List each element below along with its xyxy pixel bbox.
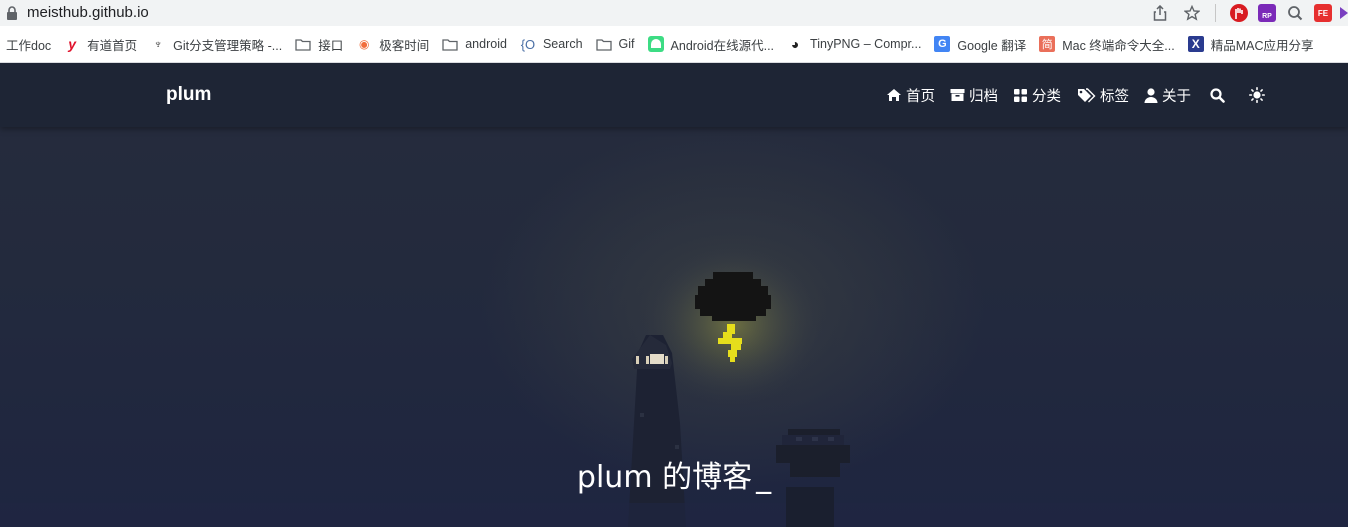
panda-icon: ◕ — [790, 36, 800, 52]
folder-icon — [595, 36, 612, 52]
browser-address-bar: meisthub.github.io RP FE — [0, 0, 1348, 26]
adblock-extension-icon[interactable] — [1230, 4, 1248, 22]
tags-icon — [1078, 87, 1096, 102]
nav-category[interactable]: 分类 — [1013, 85, 1061, 105]
nav-category-label: 分类 — [1032, 88, 1061, 105]
bookmark-label: android — [465, 37, 507, 51]
magnifier-extension-icon[interactable] — [1286, 4, 1304, 22]
bookmark-label: 工作doc — [6, 38, 52, 53]
folder-icon — [295, 36, 311, 52]
storm-cloud — [695, 272, 771, 321]
search-button[interactable] — [1210, 85, 1229, 105]
blog-page: plum 首页 归档 分类 标签 关于 plum 的博客 _ — [0, 63, 1348, 527]
rp-extension-badge: RP — [1262, 13, 1272, 20]
site-navbar: plum 首页 归档 分类 标签 关于 — [0, 63, 1348, 127]
nav-home-label: 首页 — [906, 88, 935, 105]
typing-cursor: _ — [756, 460, 772, 495]
bookmark-item[interactable]: 接口 — [289, 30, 350, 58]
bookmark-label: 有道首页 — [87, 38, 138, 53]
bookmarks-bar: 工作doc y 有道首页 ♆ Git分支管理策略 -... 接口 ◉ 极客时间 … — [0, 26, 1348, 63]
share-icon[interactable] — [1151, 4, 1169, 22]
bookmark-item[interactable]: ◉ 极客时间 — [350, 30, 436, 58]
google-translate-icon: G — [934, 36, 951, 52]
android-icon — [647, 36, 664, 52]
bookmark-label: Mac 终端命令大全... — [1062, 38, 1175, 53]
archive-icon — [950, 89, 965, 101]
bookmark-item[interactable]: {O Search — [514, 30, 590, 58]
category-icon — [1014, 88, 1027, 102]
bookmark-item[interactable]: 简 Mac 终端命令大全... — [1033, 30, 1182, 58]
home-icon — [887, 89, 901, 101]
bookmark-label: Google 翻译 — [957, 38, 1027, 53]
bookmark-star-icon[interactable] — [1183, 4, 1201, 22]
flag-extension-icon[interactable] — [1340, 4, 1348, 22]
search-icon — [1210, 87, 1225, 103]
brush-icon: ♆ — [153, 37, 163, 51]
bookmark-item[interactable]: 工作doc — [0, 30, 58, 58]
bookmark-label: Search — [542, 37, 583, 51]
bookmark-label: 接口 — [318, 38, 344, 53]
fe-extension-icon[interactable]: FE — [1314, 4, 1332, 22]
bookmark-item[interactable]: Gif — [590, 30, 642, 58]
bookmark-label: Git分支管理策略 -... — [173, 38, 283, 53]
youdao-icon: y — [68, 36, 77, 52]
jianshu-icon: 简 — [1039, 36, 1056, 52]
bookmark-item[interactable]: android — [436, 30, 514, 58]
nav-about-label: 关于 — [1162, 88, 1191, 105]
hero-title-text: plum 的博客 — [576, 460, 753, 495]
bookmark-item[interactable]: y 有道首页 — [58, 30, 144, 58]
hero-title: plum 的博客 _ — [0, 452, 1348, 496]
bookmark-item[interactable]: ♆ Git分支管理策略 -... — [144, 30, 289, 58]
sun-icon — [1249, 87, 1265, 103]
bookmark-label: 精品MAC应用分享 — [1210, 38, 1314, 53]
lock-icon — [7, 6, 17, 20]
bookmark-item[interactable]: X 精品MAC应用分享 — [1182, 30, 1321, 58]
theme-toggle-button[interactable] — [1249, 85, 1269, 105]
bookmark-label: Android在线源代... — [670, 38, 775, 53]
fe-extension-badge: FE — [1317, 8, 1329, 18]
nav-archive[interactable]: 归档 — [950, 85, 998, 105]
geektime-icon: ◉ — [358, 37, 370, 51]
nav-archive-label: 归档 — [969, 88, 998, 105]
x-app-icon: X — [1187, 36, 1204, 52]
search-site-icon: {O — [520, 36, 536, 52]
bookmark-label: 极客时间 — [379, 38, 430, 53]
nav-about[interactable]: 关于 — [1144, 85, 1191, 105]
bookmark-label: Gif — [618, 37, 635, 51]
url-field[interactable]: meisthub.github.io — [27, 3, 149, 23]
bookmark-item[interactable]: Android在线源代... — [642, 30, 782, 58]
folder-icon — [442, 36, 458, 52]
bookmark-item[interactable]: G Google 翻译 — [928, 30, 1033, 58]
user-icon — [1144, 87, 1158, 103]
bookmark-item[interactable]: ◕ TinyPNG – Compr... — [781, 30, 928, 58]
nav-tags[interactable]: 标签 — [1077, 85, 1129, 105]
nav-tags-label: 标签 — [1100, 88, 1129, 105]
site-brand[interactable]: plum — [166, 84, 211, 106]
rp-extension-icon[interactable]: RP — [1258, 4, 1276, 22]
bookmark-label: TinyPNG – Compr... — [810, 37, 922, 51]
nav-home[interactable]: 首页 — [886, 85, 935, 105]
